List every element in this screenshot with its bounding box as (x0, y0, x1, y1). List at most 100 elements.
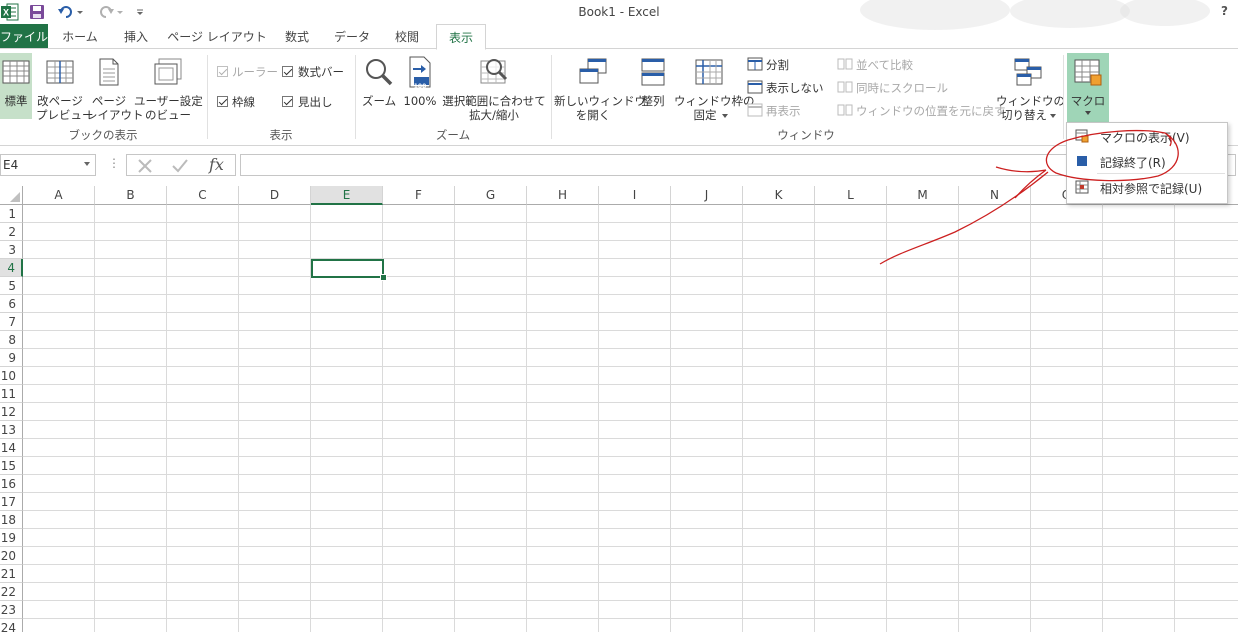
ruler-checkbox[interactable] (217, 66, 228, 77)
page-layout-view-button[interactable]: ページ レイアウト (86, 53, 144, 122)
row-header[interactable]: 7 (0, 313, 23, 331)
reset-window-position-button[interactable]: ウィンドウの位置を元に戻す (856, 104, 1006, 118)
row-header[interactable]: 1 (0, 205, 23, 223)
formula-bar-checkbox[interactable] (282, 66, 293, 77)
row-header[interactable]: 4 (0, 259, 23, 277)
macros-dropdown-menu: マクロの表示(V) 記録終了(R) 相対参照で記録(U) (1066, 122, 1228, 204)
tab-review[interactable]: 校閲 (386, 24, 428, 49)
insert-function-icon[interactable]: fx (209, 155, 224, 174)
row-header[interactable]: 2 (0, 223, 23, 241)
column-header[interactable]: I (599, 186, 671, 205)
zoom-100-icon-text: 100 (413, 83, 427, 90)
zoom-button[interactable]: ズーム (362, 53, 396, 119)
tab-page-layout[interactable]: ページ レイアウト (166, 24, 268, 49)
chevron-down-icon[interactable] (84, 162, 90, 166)
tab-file[interactable]: ファイル (0, 24, 48, 49)
column-header[interactable]: K (743, 186, 815, 205)
zoom-to-selection-label-2: 拡大/縮小 (469, 108, 519, 122)
menu-item-stop-recording[interactable]: 記録終了(R) (1067, 149, 1227, 173)
column-header[interactable]: E (311, 186, 383, 205)
macros-icon (1074, 59, 1102, 86)
row-header[interactable]: 9 (0, 349, 23, 367)
help-button[interactable]: ? (1221, 4, 1228, 18)
row-header[interactable]: 5 (0, 277, 23, 295)
row-header[interactable]: 15 (0, 457, 23, 475)
tab-formulas[interactable]: 数式 (276, 24, 318, 49)
formula-bar-resize-handle[interactable]: ⋮ (108, 156, 120, 170)
row-header[interactable]: 12 (0, 403, 23, 421)
column-header[interactable]: N (959, 186, 1031, 205)
freeze-panes-icon (695, 59, 723, 85)
side-by-side-button[interactable]: 並べて比較 (856, 58, 913, 72)
row-header[interactable]: 23 (0, 601, 23, 619)
menu-separator (1097, 173, 1225, 174)
cells-area[interactable] (23, 205, 1238, 632)
ruler-label: ルーラー (232, 65, 278, 79)
gridlines-checkbox[interactable] (217, 96, 228, 107)
row-header[interactable]: 21 (0, 565, 23, 583)
row-header[interactable]: 19 (0, 529, 23, 547)
row-header[interactable]: 16 (0, 475, 23, 493)
row-header[interactable]: 10 (0, 367, 23, 385)
unhide-window-button[interactable]: 再表示 (766, 104, 801, 118)
select-all-button[interactable] (0, 186, 23, 205)
new-window-button[interactable]: 新しいウィンドウ を開く (554, 53, 646, 122)
column-header[interactable]: B (95, 186, 167, 205)
column-header[interactable]: A (23, 186, 95, 205)
row-header[interactable]: 3 (0, 241, 23, 259)
column-header[interactable]: G (455, 186, 527, 205)
row-header[interactable]: 24 (0, 619, 23, 632)
row-header[interactable]: 17 (0, 493, 23, 511)
worksheet-grid: ABCDEFGHIJKLMNOPQ 1234567891011121314151… (0, 186, 1238, 632)
column-header[interactable]: M (887, 186, 959, 205)
switch-windows-label-1: ウィンドウの (996, 94, 1065, 108)
sync-scroll-button[interactable]: 同時にスクロール (856, 81, 948, 95)
chevron-down-icon (1050, 114, 1056, 118)
zoom-to-selection-button[interactable]: 選択範囲に合わせて 拡大/縮小 (442, 53, 546, 122)
enter-check-icon[interactable] (171, 158, 189, 174)
row-header[interactable]: 20 (0, 547, 23, 565)
menu-item-relative-reference[interactable]: 相対参照で記録(U) (1067, 175, 1227, 199)
tab-home[interactable]: ホーム (54, 24, 106, 49)
row-header[interactable]: 14 (0, 439, 23, 457)
column-header[interactable]: H (527, 186, 599, 205)
fill-handle[interactable] (380, 274, 387, 281)
formula-bar: E4 ⋮ fx (0, 152, 1238, 178)
switch-windows-button[interactable]: ウィンドウの 切り替え (996, 53, 1065, 122)
column-header[interactable]: J (671, 186, 743, 205)
tab-view[interactable]: 表示 (436, 24, 486, 50)
ribbon-tabs: ファイル ホーム 挿入 ページ レイアウト 数式 データ 校閲 表示 (0, 24, 1238, 50)
zoom-to-selection-label-1: 選択範囲に合わせて (442, 94, 546, 108)
page-break-preview-button[interactable]: 改ページ プレビュー (36, 53, 94, 122)
arrange-all-icon (641, 58, 665, 86)
select-all-triangle-icon (10, 192, 20, 202)
row-header[interactable]: 13 (0, 421, 23, 439)
arrange-all-label: 整列 (641, 94, 665, 108)
reset-window-position-icon (837, 104, 853, 116)
column-header[interactable]: L (815, 186, 887, 205)
split-button[interactable]: 分割 (766, 58, 789, 72)
row-header[interactable]: 22 (0, 583, 23, 601)
arrange-all-button[interactable]: 整列 (636, 53, 670, 119)
menu-item-view-macros[interactable]: マクロの表示(V) (1067, 124, 1227, 148)
zoom-100-button[interactable]: 100 100% (402, 53, 438, 119)
freeze-panes-button[interactable]: ウィンドウ枠の 固定 (674, 53, 755, 122)
column-header[interactable]: D (239, 186, 311, 205)
page-break-preview-label-1: 改ページ (37, 94, 83, 108)
macros-button[interactable]: マクロ (1067, 53, 1109, 125)
normal-view-button[interactable]: 標準 (0, 53, 32, 119)
column-header[interactable]: F (383, 186, 455, 205)
cancel-icon[interactable] (137, 158, 153, 174)
column-header[interactable]: C (167, 186, 239, 205)
tab-data[interactable]: データ (326, 24, 378, 49)
name-box[interactable]: E4 (0, 154, 96, 176)
row-header[interactable]: 8 (0, 331, 23, 349)
hide-window-button[interactable]: 表示しない (766, 81, 824, 95)
row-header[interactable]: 18 (0, 511, 23, 529)
row-header[interactable]: 6 (0, 295, 23, 313)
row-header[interactable]: 11 (0, 385, 23, 403)
custom-views-button[interactable]: ユーザー設定 のビュー (134, 53, 203, 122)
headings-checkbox[interactable] (282, 96, 293, 107)
tab-insert[interactable]: 挿入 (114, 24, 158, 49)
active-cell[interactable] (311, 259, 384, 278)
